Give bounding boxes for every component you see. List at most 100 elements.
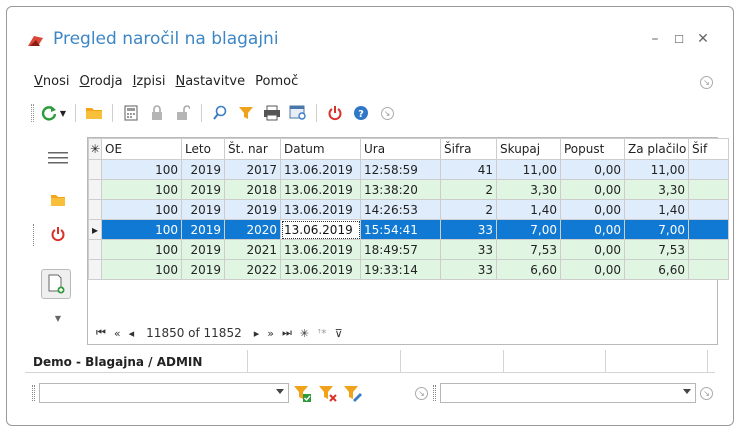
lock-icon[interactable] (146, 102, 168, 124)
cell-sifra[interactable]: 33 (440, 259, 497, 280)
next-page-icon[interactable]: » (267, 327, 274, 340)
cell-sifra[interactable]: 2 (440, 179, 497, 200)
print-icon[interactable] (261, 102, 283, 124)
bottom-collapse-icon[interactable]: ↘ (415, 387, 428, 400)
column-header-oe[interactable]: OE (101, 138, 182, 160)
prev-record-icon[interactable]: ◂ (129, 327, 135, 340)
cell-popust[interactable]: 0,00 (560, 259, 625, 280)
cell-oe[interactable]: 100 (101, 179, 182, 200)
menu-orodja[interactable]: Orodja (79, 74, 122, 94)
cell-ura[interactable]: 13:38:20 (360, 179, 441, 200)
search-icon[interactable] (209, 102, 231, 124)
cell-za-placilo[interactable]: 7,53 (624, 239, 689, 260)
cell-skupaj[interactable]: 3,30 (496, 179, 561, 200)
cell-sif[interactable] (688, 159, 729, 180)
insert-record-icon[interactable]: ✳ (300, 327, 309, 340)
cell-datum[interactable]: 13.06.2019 (280, 179, 361, 200)
cell-skupaj[interactable]: 7,00 (496, 219, 561, 240)
cell-leto[interactable]: 2019 (181, 179, 225, 200)
navigator-filter-icon[interactable]: ⊽ (335, 327, 343, 340)
side-more-icon[interactable]: ▼ (45, 305, 71, 331)
cell-datum[interactable]: 13.06.2019 (280, 159, 361, 180)
column-header-sifra[interactable]: Šifra (440, 138, 497, 160)
table-row[interactable]: 100 2019 2017 13.06.2019 12:58:59 41 11,00 0,00… (88, 159, 729, 180)
cell-popust[interactable]: 0,00 (560, 159, 625, 180)
cell-leto[interactable]: 2019 (181, 219, 225, 240)
filter-icon[interactable] (235, 102, 257, 124)
cell-st-nar[interactable]: 2020 (224, 219, 281, 240)
minimize-button[interactable]: – (645, 31, 665, 47)
cell-ura[interactable]: 15:54:41 (360, 219, 441, 240)
cell-sif[interactable] (688, 199, 729, 220)
cell-sif[interactable] (688, 219, 729, 240)
menu-nastavitve[interactable]: Nastavitve (175, 74, 245, 94)
cell-datum[interactable]: 13.06.2019 (280, 199, 361, 220)
cell-skupaj[interactable]: 1,40 (496, 199, 561, 220)
table-row[interactable]: ▸ 100 2019 2020 13.06.2019 15:54:41 33 7,00 0,00… (88, 219, 729, 240)
column-header-st-nar[interactable]: Št. nar (224, 138, 281, 160)
delete-record-icon[interactable]: ꜛ* (317, 327, 327, 340)
table-row[interactable]: 100 2019 2022 13.06.2019 19:33:14 33 6,60 0,00 6… (88, 259, 729, 280)
toolbar-grip[interactable] (31, 104, 34, 122)
next-record-icon[interactable]: ▸ (254, 327, 260, 340)
cell-oe[interactable]: 100 (101, 199, 182, 220)
cell-leto[interactable]: 2019 (181, 259, 225, 280)
row-indicator[interactable] (88, 259, 102, 280)
cell-za-placilo[interactable]: 1,40 (624, 199, 689, 220)
row-indicator[interactable] (88, 239, 102, 260)
cell-sif[interactable] (688, 179, 729, 200)
expand-icon[interactable]: ↘ (376, 102, 398, 124)
new-document-button[interactable] (41, 269, 71, 299)
menu-collapse-icon[interactable]: ↘ (700, 76, 713, 89)
menu-izpisi[interactable]: Izpisi (133, 74, 166, 94)
column-header-leto[interactable]: Leto (181, 138, 225, 160)
column-header-ura[interactable]: Ura (360, 138, 441, 160)
menu-pomoc[interactable]: Pomoč (255, 74, 298, 94)
folder-icon[interactable] (83, 102, 105, 124)
cell-sifra[interactable]: 2 (440, 199, 497, 220)
prev-page-icon[interactable]: « (114, 327, 121, 340)
cell-popust[interactable]: 0,00 (560, 199, 625, 220)
cell-ura[interactable]: 19:33:14 (360, 259, 441, 280)
first-record-icon[interactable]: ⏮ (96, 326, 106, 340)
help-icon[interactable]: ? (350, 102, 372, 124)
cell-skupaj[interactable]: 11,00 (496, 159, 561, 180)
filter-clear-icon[interactable] (318, 385, 338, 406)
last-record-icon[interactable]: ⏭ (282, 326, 292, 340)
cell-ura[interactable]: 18:49:57 (360, 239, 441, 260)
cell-oe[interactable]: 100 (101, 159, 182, 180)
calculator-icon[interactable] (120, 102, 142, 124)
side-folder-icon[interactable] (45, 187, 71, 213)
column-header-popust[interactable]: Popust (560, 138, 625, 160)
cell-sif[interactable] (688, 239, 729, 260)
side-power-icon[interactable] (45, 221, 71, 247)
cell-st-nar[interactable]: 2017 (224, 159, 281, 180)
cell-oe[interactable]: 100 (101, 219, 182, 240)
table-row[interactable]: 100 2019 2018 13.06.2019 13:38:20 2 3,30 0,00 3,… (88, 179, 729, 200)
cell-st-nar[interactable]: 2021 (224, 239, 281, 260)
cell-popust[interactable]: 0,00 (560, 239, 625, 260)
row-indicator[interactable]: ▸ (88, 219, 102, 240)
power-icon[interactable] (324, 102, 346, 124)
cell-st-nar[interactable]: 2018 (224, 179, 281, 200)
hamburger-menu-icon[interactable] (45, 145, 71, 171)
cell-leto[interactable]: 2019 (181, 199, 225, 220)
cell-st-nar[interactable]: 2022 (224, 259, 281, 280)
cell-datum[interactable]: 13.06.2019 (280, 219, 361, 240)
cell-sifra[interactable]: 41 (440, 159, 497, 180)
table-row[interactable]: 100 2019 2021 13.06.2019 18:49:57 33 7,53 0,00 7… (88, 239, 729, 260)
cell-za-placilo[interactable]: 3,30 (624, 179, 689, 200)
cell-za-placilo[interactable]: 6,60 (624, 259, 689, 280)
cell-popust[interactable]: 0,00 (560, 179, 625, 200)
bottom-expand-icon[interactable]: ↘ (700, 387, 713, 400)
filter-apply-icon[interactable] (293, 385, 313, 406)
secondary-combo[interactable] (440, 383, 696, 403)
cell-za-placilo[interactable]: 7,00 (624, 219, 689, 240)
cell-oe[interactable]: 100 (101, 239, 182, 260)
cell-oe[interactable]: 100 (101, 259, 182, 280)
header-indicator[interactable]: ✳ (88, 138, 102, 160)
bottom-grip[interactable] (32, 385, 35, 401)
cell-leto[interactable]: 2019 (181, 159, 225, 180)
column-header-datum[interactable]: Datum (280, 138, 361, 160)
row-indicator[interactable] (88, 159, 102, 180)
